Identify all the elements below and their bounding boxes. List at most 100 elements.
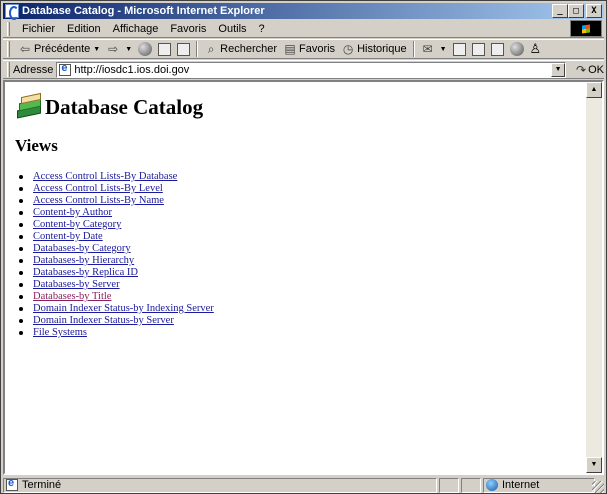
scroll-up-button[interactable]: ▲ xyxy=(586,82,602,98)
page-content: Database Catalog Views Access Control Li… xyxy=(5,82,586,473)
list-item: Domain Indexer Status-by Server xyxy=(19,315,214,327)
list-item: Databases-by Server xyxy=(19,279,214,291)
windows-logo-icon xyxy=(570,20,602,37)
address-label: Adresse xyxy=(12,63,54,76)
forward-button[interactable]: ⇨ ▼ xyxy=(103,40,135,58)
title-bar[interactable]: Database Catalog - Microsoft Internet Ex… xyxy=(3,3,604,20)
favorites-folder-icon: ▤ xyxy=(284,42,296,56)
menu-help[interactable]: ? xyxy=(253,23,271,35)
view-link[interactable]: Domain Indexer Status-by Server xyxy=(33,315,174,326)
view-link[interactable]: Databases-by Hierarchy xyxy=(33,255,134,266)
stop-icon[interactable] xyxy=(138,42,153,56)
menu-tools[interactable]: Outils xyxy=(212,23,252,35)
view-link[interactable]: Databases-by Category xyxy=(33,243,131,254)
view-link[interactable]: Content-by Category xyxy=(33,219,121,230)
go-button[interactable]: ↷ OK xyxy=(576,63,604,77)
done-page-icon xyxy=(6,477,18,491)
menu-favorites[interactable]: Favoris xyxy=(164,23,212,35)
list-item: Access Control Lists-By Name xyxy=(19,195,214,207)
menu-file[interactable]: Fichier xyxy=(16,23,61,35)
mail-dropdown-icon[interactable]: ▼ xyxy=(440,46,447,53)
list-item: Databases-by Replica ID xyxy=(19,267,214,279)
favorites-label: Favoris xyxy=(299,43,336,55)
close-button[interactable]: X xyxy=(586,4,602,18)
menu-edit[interactable]: Edition xyxy=(61,23,107,35)
favorites-button[interactable]: ▤ Favoris xyxy=(280,40,338,58)
view-link[interactable]: Databases-by Server xyxy=(33,279,120,290)
zone-label: Internet xyxy=(502,479,540,491)
view-link[interactable]: Content-by Date xyxy=(33,231,103,242)
status-text: Terminé xyxy=(22,479,62,491)
status-bar: Terminé Internet xyxy=(3,477,604,493)
discuss-icon[interactable] xyxy=(490,42,504,56)
minimize-button[interactable]: _ xyxy=(552,4,568,18)
address-url[interactable]: http://iosdc1.ios.doi.gov xyxy=(74,64,189,76)
status-panel xyxy=(439,477,459,493)
list-item: Databases-by Hierarchy xyxy=(19,255,214,267)
list-item: Databases-by Title xyxy=(19,291,214,303)
back-arrow-icon: ⇦ xyxy=(19,42,31,56)
refresh-icon[interactable] xyxy=(158,42,172,56)
home-icon[interactable] xyxy=(177,42,191,56)
status-main: Terminé xyxy=(3,477,437,493)
list-item: Domain Indexer Status-by Indexing Server xyxy=(19,303,214,315)
edit-icon[interactable] xyxy=(471,42,485,56)
address-grip[interactable] xyxy=(7,62,10,77)
window-controls: _ □ X xyxy=(552,4,602,18)
menu-view[interactable]: Affichage xyxy=(107,23,165,35)
view-link[interactable]: Domain Indexer Status-by Indexing Server xyxy=(33,303,214,314)
print-icon[interactable] xyxy=(452,42,466,56)
messenger-icon[interactable] xyxy=(509,42,524,56)
books-icon xyxy=(15,92,43,120)
standard-toolbar: ⇦ Précédente ▼ ⇨ ▼ ⌕ Rechercher ▤ Favori… xyxy=(3,39,604,59)
browser-window: Database Catalog - Microsoft Internet Ex… xyxy=(0,0,607,494)
view-link[interactable]: Access Control Lists-By Database xyxy=(33,171,177,182)
scroll-down-button[interactable]: ▼ xyxy=(586,457,602,473)
mail-icon: ✉ xyxy=(422,42,433,56)
page-header: Database Catalog xyxy=(15,92,203,120)
search-icon: ⌕ xyxy=(207,42,215,56)
toolbar-grip[interactable] xyxy=(7,41,10,57)
back-label: Précédente xyxy=(34,43,91,55)
status-panel xyxy=(461,477,481,493)
view-link[interactable]: Access Control Lists-By Level xyxy=(33,183,163,194)
history-button[interactable]: ◷ Historique xyxy=(338,40,410,58)
mail-button[interactable]: ✉ ▼ xyxy=(418,40,450,58)
menu-bar: Fichier Edition Affichage Favoris Outils… xyxy=(3,20,604,38)
view-link[interactable]: File Systems xyxy=(33,327,87,338)
back-dropdown-icon[interactable]: ▼ xyxy=(93,46,100,53)
forward-dropdown-icon[interactable]: ▼ xyxy=(125,46,132,53)
view-link[interactable]: Databases-by Replica ID xyxy=(33,267,138,278)
address-bar: Adresse http://iosdc1.ios.doi.gov ▼ ↷ OK xyxy=(3,60,604,79)
maximize-button[interactable]: □ xyxy=(568,4,584,18)
toolbar-separator xyxy=(196,41,199,57)
search-label: Rechercher xyxy=(220,43,277,55)
ie-icon[interactable] xyxy=(5,4,19,20)
vertical-scrollbar[interactable]: ▲ ▼ xyxy=(586,82,602,473)
history-icon: ◷ xyxy=(342,42,354,56)
menu-grip[interactable] xyxy=(7,21,10,36)
address-input[interactable]: http://iosdc1.ios.doi.gov ▼ xyxy=(56,61,567,78)
list-item: Databases-by Category xyxy=(19,243,214,255)
list-item: Access Control Lists-By Database xyxy=(19,171,214,183)
list-item: Content-by Author xyxy=(19,207,214,219)
view-link[interactable]: Access Control Lists-By Name xyxy=(33,195,164,206)
user-icon[interactable]: ♙ xyxy=(530,41,542,57)
list-item: Access Control Lists-By Level xyxy=(19,183,214,195)
view-link[interactable]: Content-by Author xyxy=(33,207,112,218)
list-item: Content-by Date xyxy=(19,231,214,243)
content-viewport: Database Catalog Views Access Control Li… xyxy=(3,80,604,475)
view-link[interactable]: Databases-by Title xyxy=(33,291,111,302)
forward-arrow-icon: ⇨ xyxy=(108,42,119,56)
go-label: OK xyxy=(588,63,604,76)
security-zone[interactable]: Internet xyxy=(483,477,595,493)
views-list: Access Control Lists-By Database Access C… xyxy=(19,171,214,339)
globe-icon xyxy=(486,479,498,491)
history-label: Historique xyxy=(357,43,407,55)
back-button[interactable]: ⇦ Précédente ▼ xyxy=(15,40,103,58)
address-dropdown-icon[interactable]: ▼ xyxy=(551,62,566,77)
list-item: File Systems xyxy=(19,327,214,339)
resize-grip-icon[interactable] xyxy=(592,481,604,493)
search-button[interactable]: ⌕ Rechercher xyxy=(201,40,280,58)
window-title: Database Catalog - Microsoft Internet Ex… xyxy=(22,5,265,17)
